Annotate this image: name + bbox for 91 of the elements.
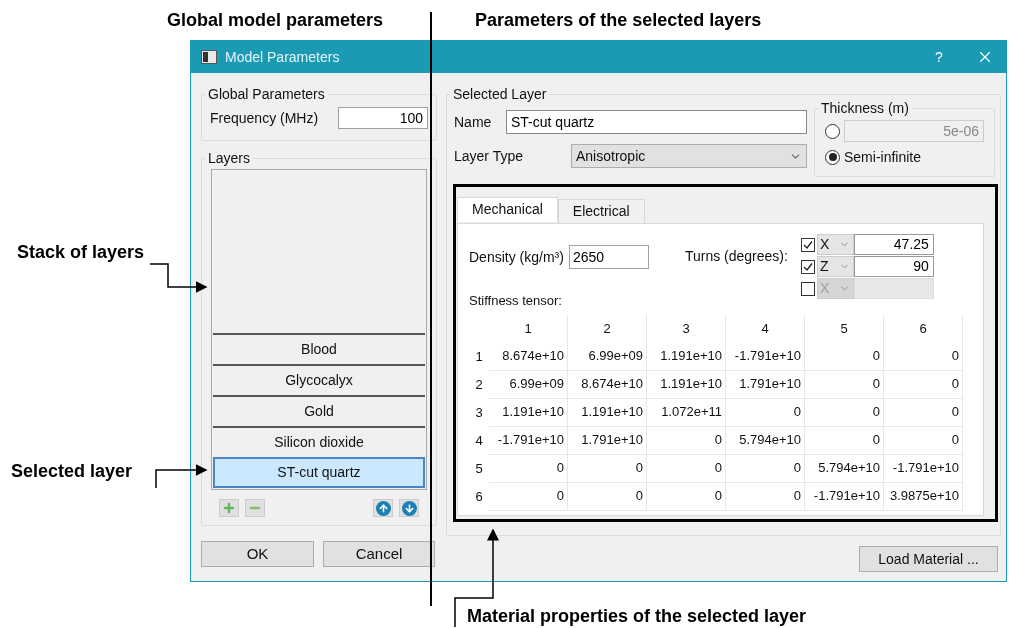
row-header: 2	[474, 375, 484, 394]
column-header: 5	[805, 314, 884, 343]
name-label: Name	[454, 112, 493, 132]
table-cell: 0	[805, 426, 884, 455]
plus-icon	[222, 501, 236, 515]
table-cell: 1.791e+10	[568, 426, 647, 455]
arrow-down-icon	[401, 500, 417, 516]
table-cell: 1.191e+10	[647, 370, 726, 399]
angle-field[interactable]	[853, 278, 934, 299]
table-cell: 0	[726, 454, 805, 483]
table-cell: 5.794e+10	[805, 454, 884, 483]
table-cell: 0	[884, 342, 963, 371]
radio-label: Semi-infinite	[844, 147, 922, 167]
table-cell: -1.791e+10	[884, 454, 963, 483]
table-cell: 3.9875e+10	[884, 482, 963, 511]
row-header: 1	[474, 347, 484, 366]
annotation-label: Global model parameters	[167, 9, 384, 31]
arrow-up-icon	[375, 500, 391, 516]
radio-button[interactable]	[825, 123, 840, 139]
group-title: Thickness (m)	[818, 99, 912, 117]
row-header: 6	[474, 487, 484, 506]
table-cell: 0	[884, 370, 963, 399]
layer-item[interactable]: ST-cut quartz	[213, 457, 425, 488]
table-cell: 8.674e+10	[489, 342, 568, 371]
checkbox[interactable]	[800, 237, 815, 252]
table-cell: 5.794e+10	[726, 426, 805, 455]
tab[interactable]: Mechanical	[457, 197, 558, 222]
table-cell: 0	[726, 482, 805, 511]
table-cell: 0	[884, 426, 963, 455]
annotation-label: Material properties of the selected layer	[467, 605, 807, 627]
row-header: 4	[474, 431, 484, 450]
tab[interactable]: Electrical	[557, 199, 645, 224]
name-field[interactable]: ST-cut quartz	[506, 110, 807, 134]
table-cell: 0	[805, 398, 884, 427]
table-cell: 0	[805, 370, 884, 399]
leader-line	[149, 263, 208, 293]
checkbox[interactable]	[800, 259, 815, 274]
table-cell: -1.791e+10	[489, 426, 568, 455]
table-cell: 0	[647, 426, 726, 455]
column-header: 1	[489, 314, 568, 343]
ok-button[interactable]: OK	[201, 541, 314, 567]
frequency-field[interactable]: 100	[338, 107, 428, 129]
column-header: 3	[647, 314, 726, 343]
table-cell: -1.791e+10	[805, 482, 884, 511]
table-cell: 0	[647, 482, 726, 511]
window-icon	[201, 50, 217, 64]
table-cell: 0	[489, 482, 568, 511]
layer-type-dropdown[interactable]: Anisotropic	[571, 144, 807, 168]
table-cell: 0	[568, 482, 647, 511]
table-cell: -1.791e+10	[726, 342, 805, 371]
axis-dropdown[interactable]: X	[816, 234, 854, 255]
stiffness-label: Stiffness tensor:	[469, 292, 563, 310]
table-cell: 1.072e+11	[647, 398, 726, 427]
table-cell: 6.99e+09	[489, 370, 568, 399]
checkbox[interactable]	[800, 281, 815, 296]
table-cell: 1.191e+10	[489, 398, 568, 427]
group-title: Selected Layer	[450, 85, 550, 103]
move-up-button[interactable]	[373, 499, 393, 517]
row-header: 3	[474, 403, 484, 422]
table-cell: 8.674e+10	[568, 370, 647, 399]
window-title: Model Parameters	[225, 47, 340, 67]
table-cell: 0	[489, 454, 568, 483]
layer-type-label: Layer Type	[454, 146, 524, 166]
column-header: 2	[568, 314, 647, 343]
frequency-label: Frequency (MHz)	[210, 108, 319, 128]
leader-line	[155, 464, 208, 489]
angle-field[interactable]: 47.25	[853, 234, 934, 255]
axis-dropdown[interactable]: Z	[816, 256, 854, 277]
radio-button[interactable]	[825, 149, 840, 165]
annotation-label: Parameters of the selected layers	[475, 9, 762, 31]
cancel-button[interactable]: Cancel	[323, 541, 435, 567]
table-cell: 0	[884, 398, 963, 427]
table-cell: 0	[726, 398, 805, 427]
table-cell: 6.99e+09	[568, 342, 647, 371]
turns-label: Turns (degrees):	[684, 247, 788, 266]
angle-field[interactable]: 90	[853, 256, 934, 277]
density-label: Density (kg/m³)	[469, 247, 564, 267]
annotation-label: Selected layer	[11, 460, 134, 482]
table-cell: 1.791e+10	[726, 370, 805, 399]
annotation-label: Stack of layers	[17, 241, 146, 263]
density-field[interactable]: 2650	[568, 245, 649, 269]
column-header: 4	[726, 314, 805, 343]
move-down-button[interactable]	[399, 499, 419, 517]
column-header: 6	[884, 314, 963, 343]
table-cell: 0	[647, 454, 726, 483]
table-cell: 1.191e+10	[647, 342, 726, 371]
load-material-button[interactable]: Load Material ...	[859, 546, 998, 572]
table-cell: 0	[568, 454, 647, 483]
table-cell: 0	[805, 342, 884, 371]
row-header: 5	[474, 459, 484, 478]
table-cell: 1.191e+10	[568, 398, 647, 427]
